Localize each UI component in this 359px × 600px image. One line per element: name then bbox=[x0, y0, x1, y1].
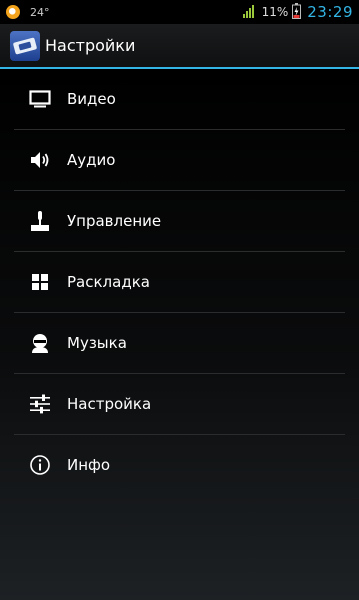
battery-charging-icon bbox=[292, 2, 302, 22]
menu-item-audio[interactable]: Аудио bbox=[14, 130, 345, 191]
app-ticket-icon[interactable] bbox=[10, 30, 40, 61]
menu-item-info[interactable]: Инфо bbox=[14, 435, 345, 495]
speaker-icon bbox=[28, 148, 52, 172]
menu-item-label: Раскладка bbox=[67, 273, 150, 291]
user-headphones-icon bbox=[28, 331, 52, 355]
status-bar: 24° 11% 23:29 bbox=[0, 0, 359, 24]
menu-item-label: Музыка bbox=[67, 334, 127, 352]
weather-notification-icon bbox=[6, 5, 20, 19]
battery-percent-text: 11% bbox=[261, 5, 289, 19]
joystick-icon bbox=[28, 209, 52, 233]
menu-item-music[interactable]: Музыка bbox=[14, 313, 345, 374]
page-title: Настройки bbox=[45, 36, 136, 55]
menu-item-layout[interactable]: Раскладка bbox=[14, 252, 345, 313]
menu-item-label: Инфо bbox=[67, 456, 111, 474]
action-bar: Настройки bbox=[0, 24, 359, 69]
menu-item-label: Видео bbox=[67, 90, 116, 108]
menu-item-controls[interactable]: Управление bbox=[14, 191, 345, 252]
settings-menu: Видео Аудио Управление Раскладка Музыка … bbox=[0, 69, 359, 600]
menu-item-setup[interactable]: Настройка bbox=[14, 374, 345, 435]
clock-text: 23:29 bbox=[307, 3, 353, 21]
info-icon bbox=[28, 453, 52, 477]
sliders-icon bbox=[28, 392, 52, 416]
layout-grid-icon bbox=[28, 270, 52, 294]
menu-item-video[interactable]: Видео bbox=[14, 69, 345, 130]
signal-icon bbox=[242, 4, 257, 21]
menu-item-label: Настройка bbox=[67, 395, 152, 413]
menu-item-label: Управление bbox=[67, 212, 162, 230]
monitor-icon bbox=[28, 87, 52, 111]
temperature-text: 24° bbox=[30, 5, 50, 19]
menu-item-label: Аудио bbox=[67, 151, 116, 169]
